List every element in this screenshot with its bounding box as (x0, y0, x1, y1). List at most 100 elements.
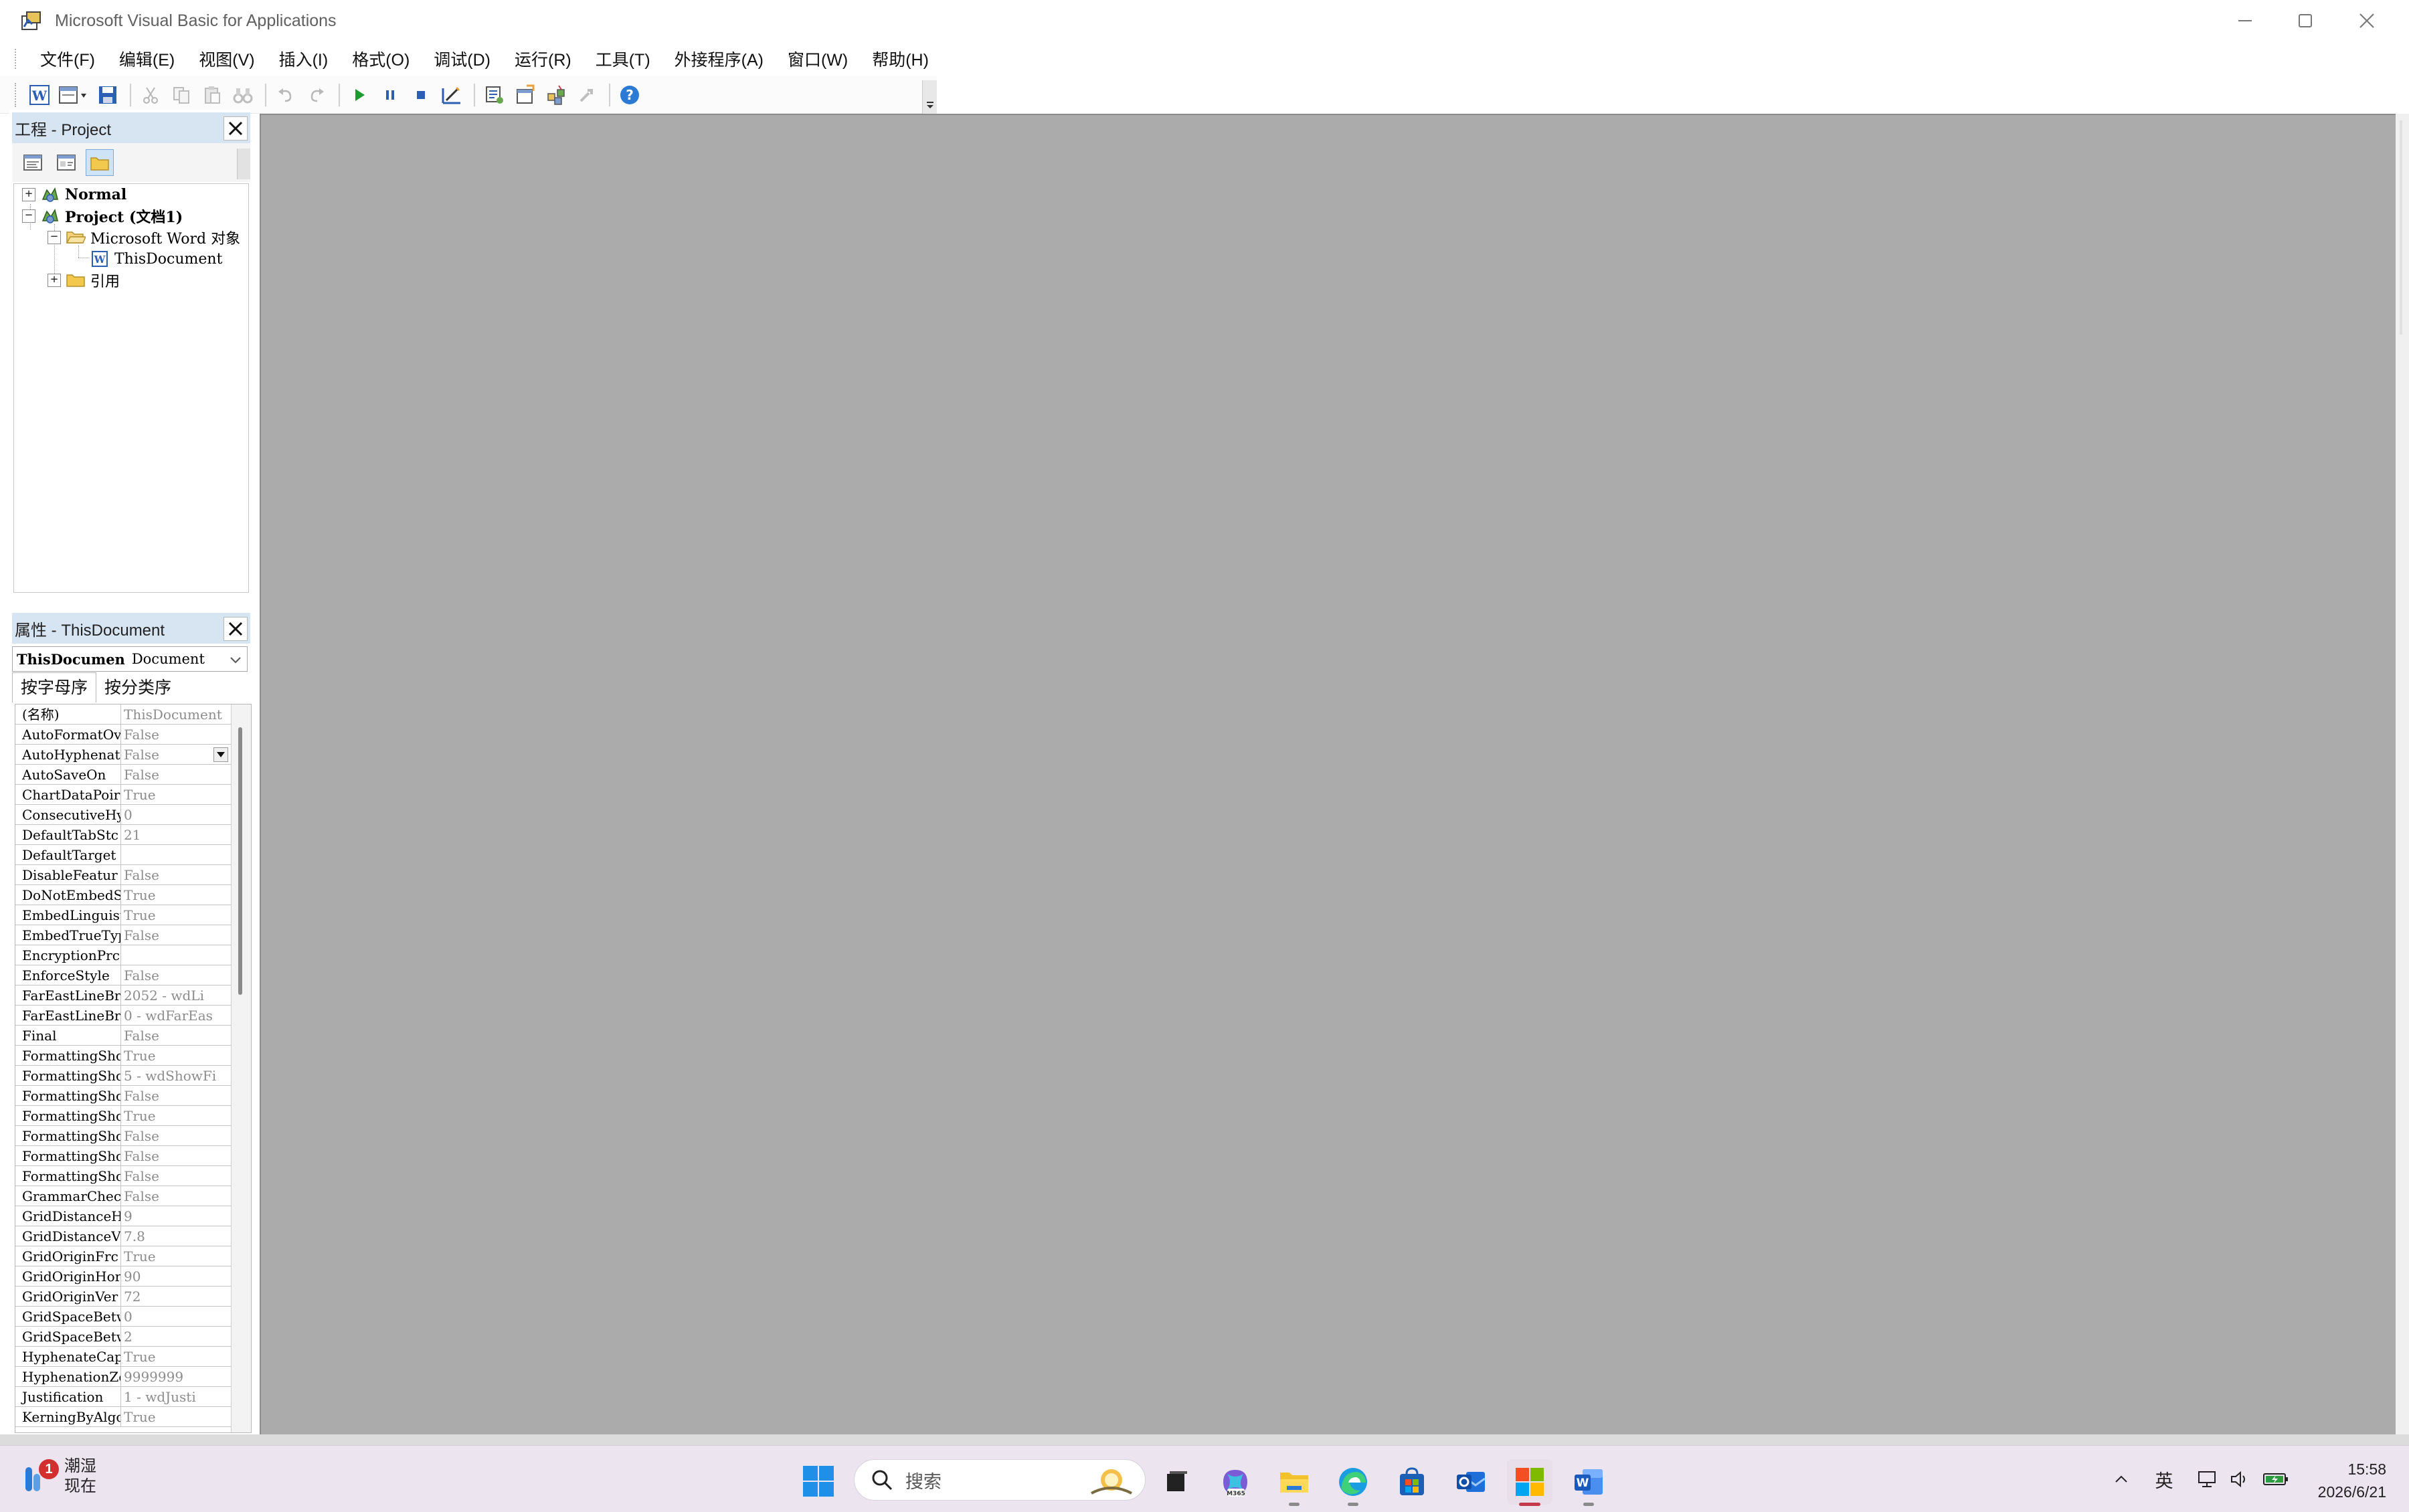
code-workspace[interactable] (260, 114, 2396, 1434)
property-row[interactable]: ConsecutiveHy 0 (15, 805, 231, 825)
property-row[interactable]: EncryptionPrc (15, 945, 231, 965)
object-selector[interactable]: ThisDocumen Document (12, 646, 248, 672)
property-row[interactable]: FormattingShc False (15, 1146, 231, 1166)
property-row[interactable]: (名称) ThisDocument (15, 704, 231, 725)
property-row[interactable]: Final False (15, 1026, 231, 1046)
project-toolbar-overflow[interactable] (237, 149, 250, 179)
tab-categorized[interactable]: 按分类序 (96, 673, 179, 702)
property-value[interactable]: False (121, 1126, 231, 1146)
property-value[interactable]: False (121, 1166, 231, 1186)
menu-help[interactable]: 帮助(H) (860, 43, 941, 75)
property-row[interactable]: FarEastLineBr 0 - wdFarEas (15, 1006, 231, 1026)
property-row[interactable]: HyphenateCaps True (15, 1347, 231, 1367)
property-row[interactable]: DefaultTabStc 21 (15, 825, 231, 845)
property-value[interactable]: 0 (121, 1307, 231, 1327)
project-explorer-button[interactable] (480, 81, 509, 109)
vba-app-icon[interactable] (20, 9, 43, 32)
toolbar-options-button[interactable] (922, 80, 937, 114)
reset-button[interactable] (407, 81, 435, 109)
menu-window[interactable]: 窗口(W) (776, 43, 860, 75)
property-row[interactable]: FormattingShc False (15, 1166, 231, 1186)
property-row[interactable]: GridOriginVer 72 (15, 1287, 231, 1307)
scrollbar-thumb[interactable] (238, 727, 242, 995)
input-language-indicator[interactable]: 英 (2151, 1464, 2177, 1494)
property-row[interactable]: EmbedLinguist True (15, 905, 231, 925)
property-row[interactable]: GridSpaceBetw 0 (15, 1307, 231, 1327)
property-value[interactable]: 9 (121, 1206, 231, 1226)
property-row[interactable]: KerningByAlgc True (15, 1407, 231, 1427)
taskbar-file-explorer[interactable] (1271, 1459, 1317, 1506)
property-value[interactable]: 2052 - wdLi (121, 985, 231, 1006)
property-value[interactable]: 7.8 (121, 1226, 231, 1246)
start-button[interactable] (802, 1464, 835, 1498)
property-row[interactable]: GrammarCheckeFalse (15, 1186, 231, 1206)
design-mode-button[interactable] (438, 81, 466, 109)
help-button[interactable]: ? (616, 81, 644, 109)
property-row[interactable]: GridOriginHor 90 (15, 1266, 231, 1287)
network-status[interactable] (2194, 1464, 2220, 1494)
property-value[interactable]: True (121, 905, 231, 925)
property-value[interactable]: False (121, 1186, 231, 1206)
property-row[interactable]: GridOriginFrc True (15, 1246, 231, 1266)
property-value[interactable]: True (121, 785, 231, 805)
property-value[interactable]: ThisDocument (121, 704, 231, 725)
workspace-vertical-scroll[interactable] (2396, 114, 2409, 1434)
property-value[interactable]: 1 - wdJusti (121, 1387, 231, 1407)
property-value[interactable]: True (121, 1106, 231, 1126)
property-value[interactable]: False (121, 745, 231, 765)
tray-overflow-button[interactable] (2108, 1464, 2135, 1494)
property-row[interactable]: FormattingShc 5 - wdShowFi (15, 1066, 231, 1086)
property-value[interactable] (121, 845, 231, 865)
taskbar-outlook[interactable] (1448, 1459, 1494, 1505)
property-row[interactable]: GridDistanceV 7.8 (15, 1226, 231, 1246)
property-value[interactable]: True (121, 1046, 231, 1066)
tree-item-references[interactable]: + 引用 (48, 270, 120, 291)
taskbar-vba-app[interactable] (1507, 1459, 1552, 1506)
tab-alphabetic[interactable]: 按字母序 (12, 672, 97, 702)
property-grid-scrollbar[interactable] (231, 704, 251, 1432)
weather-widget[interactable]: 1 潮湿 现在 (20, 1456, 96, 1497)
undo-button[interactable] (272, 81, 300, 109)
find-button[interactable] (229, 81, 257, 109)
toolbox-button[interactable] (573, 81, 601, 109)
cut-button[interactable] (137, 81, 165, 109)
menu-run[interactable]: 运行(R) (503, 43, 584, 75)
property-value[interactable]: 0 - wdFarEas (121, 1006, 231, 1026)
property-row[interactable]: Justification 1 - wdJusti (15, 1387, 231, 1407)
tree-item-project[interactable]: − Project (文档1) (22, 205, 183, 227)
properties-window-button[interactable] (511, 81, 539, 109)
minimize-button[interactable] (2215, 0, 2275, 41)
run-button[interactable] (345, 81, 373, 109)
property-row[interactable]: ChartDataPoir True (15, 785, 231, 805)
property-value[interactable]: True (121, 1347, 231, 1367)
toolbar-grip[interactable] (15, 82, 19, 107)
property-row[interactable]: EnforceStyle False (15, 965, 231, 985)
copy-button[interactable] (167, 81, 195, 109)
save-button[interactable] (94, 81, 122, 109)
property-row[interactable]: DisableFeatur False (15, 865, 231, 885)
property-row[interactable]: GridDistanceH 9 (15, 1206, 231, 1226)
property-value[interactable]: False (121, 765, 231, 785)
insert-userform-button[interactable] (56, 81, 91, 109)
property-row[interactable]: AutoFormatOve False (15, 725, 231, 745)
value-dropdown-button[interactable] (213, 747, 228, 762)
property-row[interactable]: EmbedTrueTypeFalse (15, 925, 231, 945)
property-value[interactable]: False (121, 1086, 231, 1106)
tree-item-normal[interactable]: + Normal (22, 184, 126, 205)
property-row[interactable]: FarEastLineBr 2052 - wdLi (15, 985, 231, 1006)
property-row[interactable]: FormattingShc True (15, 1046, 231, 1066)
tree-collapse-toggle[interactable]: − (48, 231, 61, 244)
menu-tools[interactable]: 工具(T) (584, 43, 662, 75)
property-row[interactable]: DoNotEmbedSysTrue (15, 885, 231, 905)
taskbar-copilot-m365[interactable]: M365 (1213, 1459, 1258, 1505)
object-browser-button[interactable] (542, 81, 570, 109)
volume-control[interactable] (2226, 1464, 2252, 1494)
property-row[interactable]: DefaultTarget (15, 845, 231, 865)
task-view-button[interactable] (1154, 1459, 1199, 1505)
toggle-folders-button[interactable] (86, 149, 114, 176)
taskbar-store[interactable] (1389, 1459, 1435, 1505)
menu-insert[interactable]: 插入(I) (267, 43, 341, 75)
view-word-button[interactable]: W (25, 81, 54, 109)
menu-format[interactable]: 格式(O) (340, 43, 422, 75)
taskbar-edge[interactable] (1330, 1459, 1376, 1506)
